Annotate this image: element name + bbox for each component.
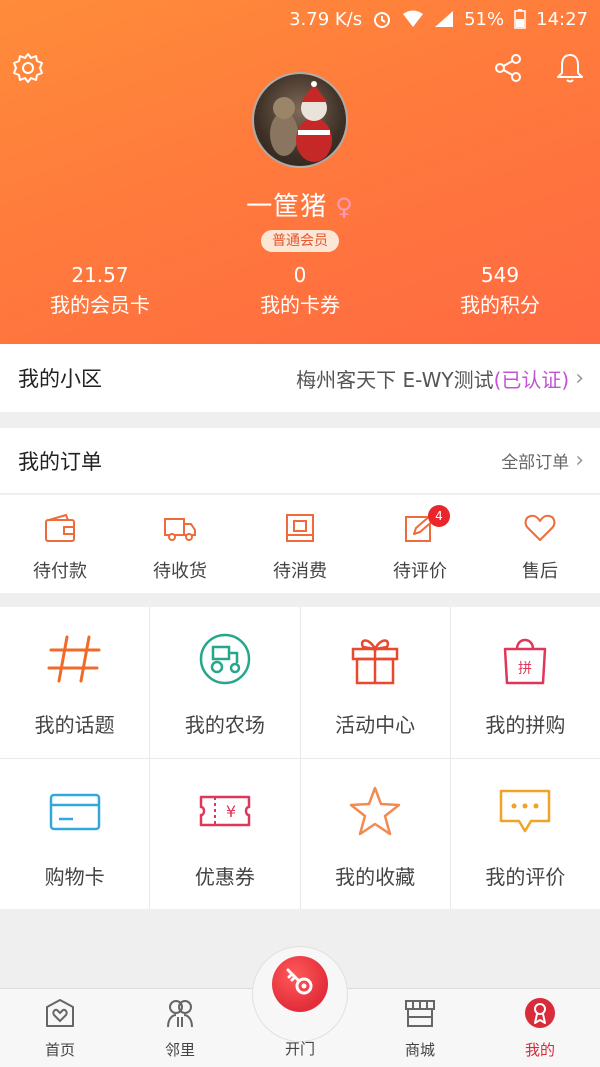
order-pending-consume[interactable]: 待消费	[240, 495, 360, 593]
clock: 14:27	[536, 8, 588, 30]
comment-icon	[497, 785, 553, 841]
stat-coupons[interactable]: 0 我的卡券	[200, 262, 400, 322]
stat-label: 我的会员卡	[50, 293, 150, 317]
settings-gear-icon[interactable]	[8, 48, 48, 88]
username-row: 一筐猪 ♀	[0, 186, 600, 223]
order-item-label: 售后	[522, 561, 558, 582]
username: 一筐猪	[246, 192, 328, 222]
status-bar: 3.79 K/s 51% 14:27	[0, 0, 600, 38]
share-icon[interactable]	[488, 48, 528, 88]
orders-header: 我的订单 全部订单 ›	[0, 428, 600, 494]
profile-header: 3.79 K/s 51% 14:27 一筐猪 ♀ 普通会员 21.57 我的会员…	[0, 0, 600, 344]
notification-bell-icon[interactable]	[550, 48, 590, 88]
stat-value: 0	[293, 263, 307, 287]
gift-icon	[347, 633, 403, 689]
order-pending-payment[interactable]: 待付款	[0, 495, 120, 593]
order-item-label: 待消费	[273, 561, 327, 582]
profile-active-icon	[523, 997, 557, 1033]
nav-neighbors[interactable]: 邻里	[120, 989, 240, 1067]
service-label: 我的评价	[485, 864, 566, 889]
star-icon	[347, 785, 403, 841]
avatar[interactable]	[252, 72, 348, 168]
community-info: 梅州客天下 E-WY测试 (已认证) ›	[296, 364, 584, 393]
stat-member-card[interactable]: 21.57 我的会员卡	[0, 262, 200, 322]
card-icon	[47, 785, 103, 841]
shopping-bag-icon: 拼	[497, 633, 553, 689]
svg-text:¥: ¥	[226, 802, 236, 821]
order-pending-review[interactable]: 4 待评价	[360, 495, 480, 593]
home-icon	[44, 997, 76, 1033]
order-item-label: 待收货	[153, 561, 207, 582]
service-activity-center[interactable]: 活动中心	[300, 607, 450, 758]
heart-icon	[524, 513, 556, 547]
battery-icon	[514, 9, 526, 29]
service-shopping-card[interactable]: 购物卡	[0, 758, 150, 909]
community-verified-status: (已认证)	[493, 367, 570, 392]
order-pending-receipt[interactable]: 待收货	[120, 495, 240, 593]
service-coupons[interactable]: ¥ 优惠券	[150, 758, 300, 909]
alarm-icon	[372, 9, 392, 29]
signal-icon	[434, 10, 454, 28]
wifi-icon	[402, 10, 424, 28]
coupon-icon: ¥	[197, 785, 253, 841]
hashtag-icon	[47, 633, 103, 689]
open-door-button[interactable]	[272, 956, 328, 1012]
service-my-topics[interactable]: 我的话题	[0, 607, 150, 758]
ticket-box-icon	[285, 513, 315, 547]
stat-points[interactable]: 549 我的积分	[400, 262, 600, 322]
service-my-farm[interactable]: 我的农场	[150, 607, 300, 758]
nav-mall[interactable]: 商城	[360, 989, 480, 1067]
service-grid: 我的话题 我的农场 活动中心 拼 我的拼购 购物卡 ¥ 优惠券 我的收藏 我的评…	[0, 607, 600, 909]
order-item-label: 待付款	[33, 561, 87, 582]
open-door-label: 开门	[284, 1040, 315, 1058]
service-label: 购物卡	[44, 864, 105, 889]
my-community-row[interactable]: 我的小区 梅州客天下 E-WY测试 (已认证) ›	[0, 344, 600, 412]
gender-female-icon: ♀	[335, 193, 354, 221]
service-label: 我的话题	[34, 713, 115, 737]
all-orders-link[interactable]: 全部订单 ›	[501, 448, 584, 473]
service-group-buy[interactable]: 拼 我的拼购	[450, 607, 600, 758]
orders-title: 我的订单	[18, 449, 102, 474]
stat-label: 我的卡券	[260, 293, 340, 317]
nav-label: 首页	[44, 1041, 75, 1059]
stat-value: 549	[480, 263, 520, 287]
member-level-badge: 普通会员	[261, 230, 339, 252]
order-item-label: 待评价	[393, 561, 447, 582]
store-icon	[403, 997, 437, 1033]
chevron-right-icon: ›	[575, 365, 584, 391]
service-label: 我的农场	[184, 713, 265, 737]
service-label: 活动中心	[335, 713, 416, 737]
review-count-badge: 4	[428, 505, 450, 527]
network-speed: 3.79 K/s	[289, 8, 363, 30]
order-after-sales[interactable]: 售后	[480, 495, 600, 593]
order-status-row: 待付款 待收货 待消费 4 待评价 售后	[0, 495, 600, 593]
community-title: 我的小区	[18, 367, 102, 391]
nav-home[interactable]: 首页	[0, 989, 120, 1067]
nav-label: 我的	[524, 1041, 555, 1059]
chevron-right-icon: ›	[575, 448, 584, 473]
nav-mine[interactable]: 我的	[480, 989, 600, 1067]
neighbors-icon	[164, 997, 196, 1033]
tractor-icon	[197, 633, 253, 689]
stats-row: 21.57 我的会员卡 0 我的卡券 549 我的积分	[0, 262, 600, 322]
service-favorites[interactable]: 我的收藏	[300, 758, 450, 909]
service-my-reviews[interactable]: 我的评价	[450, 758, 600, 909]
service-label: 我的拼购	[485, 713, 566, 737]
all-orders-label: 全部订单	[501, 453, 570, 473]
wallet-icon	[44, 513, 76, 547]
stat-value: 21.57	[71, 263, 129, 287]
stat-label: 我的积分	[460, 293, 540, 317]
nav-label: 商城	[404, 1041, 435, 1059]
truck-icon	[163, 513, 197, 547]
svg-text:拼: 拼	[518, 661, 532, 677]
service-label: 我的收藏	[335, 864, 416, 889]
key-icon	[283, 965, 317, 1003]
battery-level: 51%	[464, 8, 505, 30]
nav-label: 邻里	[164, 1041, 195, 1059]
service-label: 优惠券	[194, 864, 255, 889]
community-name: 梅州客天下 E-WY测试	[296, 367, 494, 392]
